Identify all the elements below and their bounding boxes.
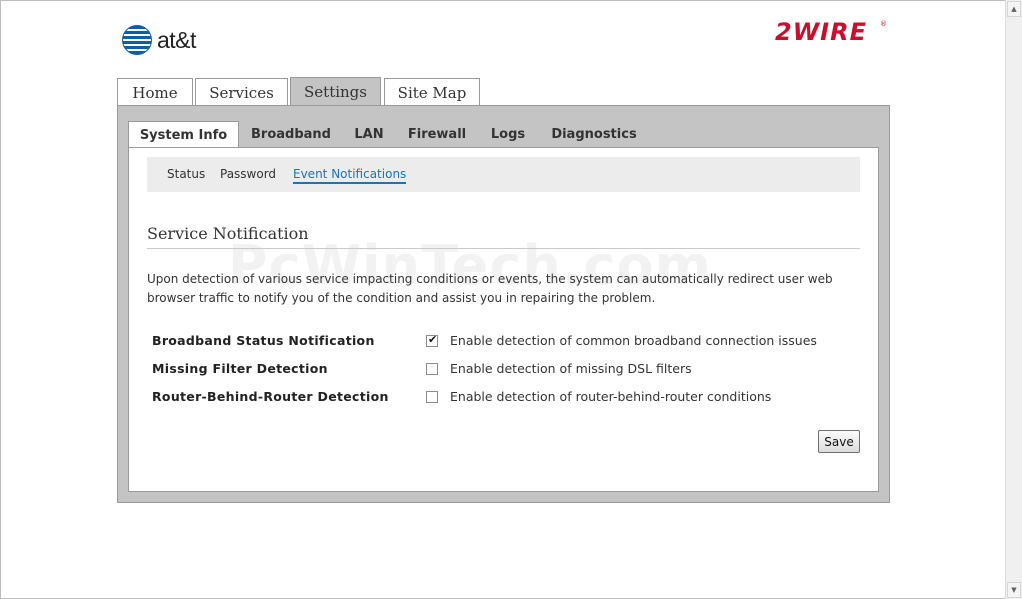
subtab-system-info[interactable]: System Info — [128, 121, 239, 149]
tab-home[interactable]: Home — [117, 78, 193, 106]
twowire-logo: 2WIRE ® — [775, 18, 887, 48]
subtab-broadband[interactable]: Broadband — [245, 121, 337, 148]
att-logo-text: at&t — [157, 26, 196, 53]
router-behind-router-detection-checkbox[interactable] — [426, 391, 438, 403]
section-title: Service Notification — [147, 224, 309, 243]
subnav-status[interactable]: Status — [167, 167, 205, 181]
subtab-diagnostics[interactable]: Diagnostics — [543, 121, 645, 148]
missing-filter-detection-text: Enable detection of missing DSL filters — [450, 361, 692, 376]
tab-services[interactable]: Services — [195, 78, 288, 106]
subtab-firewall[interactable]: Firewall — [401, 121, 473, 148]
tab-settings[interactable]: Settings — [290, 77, 381, 107]
subnav-event-notifications[interactable]: Event Notifications — [293, 167, 407, 184]
broadband-status-notification-text: Enable detection of common broadband con… — [450, 333, 817, 348]
content-panel — [128, 147, 879, 492]
save-button[interactable]: Save — [818, 430, 860, 453]
router-behind-router-detection-label: Router-Behind-Router Detection — [152, 389, 389, 404]
tab-site-map[interactable]: Site Map — [384, 78, 480, 106]
subtab-lan[interactable]: LAN — [346, 121, 392, 148]
att-logo: at&t — [122, 24, 196, 56]
subnav-password[interactable]: Password — [220, 167, 276, 181]
router-behind-router-detection-text: Enable detection of router-behind-router… — [450, 389, 772, 404]
vertical-scrollbar[interactable]: ▲ ▼ — [1005, 0, 1022, 599]
twowire-logo-text: 2WIRE — [775, 18, 867, 46]
broadband-status-notification-checkbox[interactable] — [426, 333, 438, 347]
section-description: Upon detection of various service impact… — [147, 272, 833, 305]
scroll-up-arrow-icon[interactable]: ▲ — [1007, 1, 1021, 17]
section-divider — [147, 248, 860, 249]
att-globe-icon — [122, 25, 152, 55]
subtab-logs[interactable]: Logs — [483, 121, 533, 148]
scroll-down-arrow-icon[interactable]: ▼ — [1007, 582, 1021, 598]
registered-mark: ® — [880, 20, 887, 28]
broadband-status-notification-label: Broadband Status Notification — [152, 333, 375, 348]
missing-filter-detection-label: Missing Filter Detection — [152, 361, 328, 376]
missing-filter-detection-checkbox[interactable] — [426, 363, 438, 375]
